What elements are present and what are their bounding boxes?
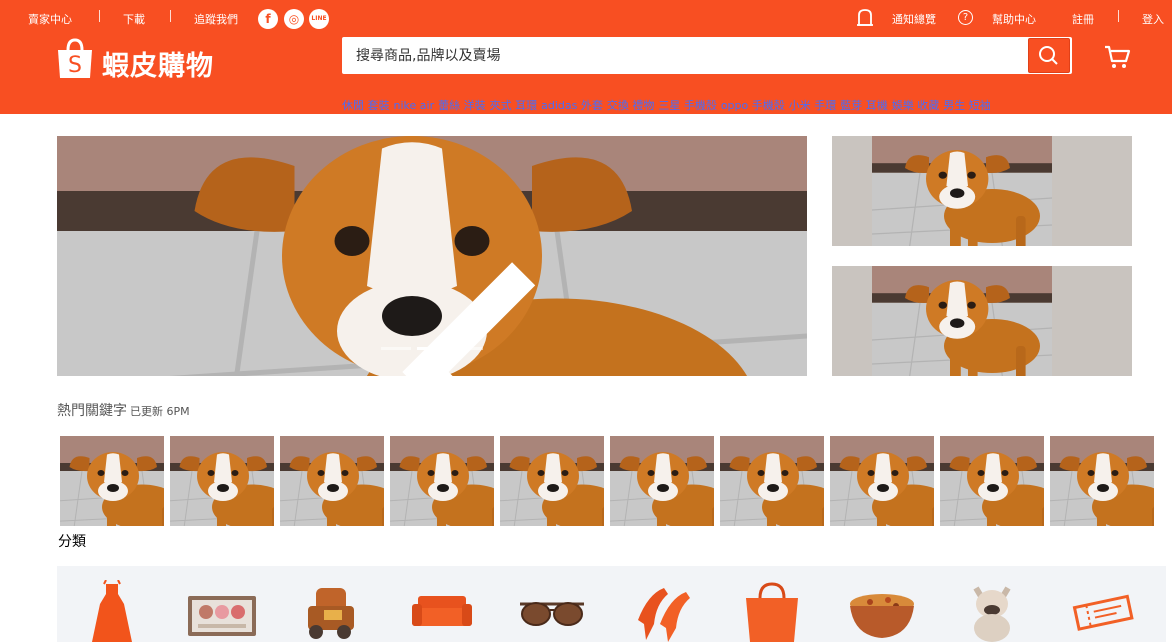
register-link[interactable]: 註冊	[1072, 11, 1094, 27]
hot-link[interactable]: 夾式 耳環	[490, 99, 538, 112]
carousel-prev-arrow-icon[interactable]	[105, 252, 807, 376]
search-button[interactable]	[1028, 38, 1070, 73]
keyword-thumbnail[interactable]	[610, 436, 714, 526]
dress-icon[interactable]	[74, 580, 150, 642]
carousel-dot[interactable]	[381, 347, 411, 350]
divider	[170, 10, 171, 22]
dog-side-image	[871, 136, 1053, 246]
search-bar	[342, 37, 1072, 74]
keyword-thumbnail[interactable]	[720, 436, 824, 526]
handbag-icon[interactable]	[734, 580, 810, 642]
search-input[interactable]	[342, 37, 1026, 74]
eyeshadow-palette-icon[interactable]	[184, 580, 260, 642]
bell-icon[interactable]	[855, 8, 875, 30]
sunglasses-icon[interactable]	[514, 580, 590, 642]
hot-link[interactable]: 男生 短袖	[943, 99, 991, 112]
hot-search-links: 休閒 套裝 nike air 蕾絲 洋裝 夾式 耳環 adidas 外套 交換 禮物 三星 …	[342, 97, 1102, 113]
line-icon[interactable]: LINE	[309, 9, 329, 29]
help-icon[interactable]: ?	[958, 10, 973, 25]
keyword-thumbnail[interactable]	[170, 436, 274, 526]
cart-icon	[1105, 45, 1131, 68]
instagram-icon[interactable]: ◎	[284, 9, 304, 29]
carousel-indicators	[381, 347, 491, 351]
main-banner-carousel[interactable]	[57, 136, 807, 376]
bulldog-icon[interactable]	[954, 580, 1030, 642]
high-heels-icon[interactable]	[624, 580, 700, 642]
site-header: 賣家中心 下載 追蹤我們 f ◎ LINE 通知總覽 ? 幫助中心 註冊 登入 …	[0, 0, 1172, 114]
top-navigation-bar: 賣家中心 下載 追蹤我們 f ◎ LINE 通知總覽 ? 幫助中心 註冊 登入	[0, 0, 1172, 36]
keyword-thumbnail[interactable]	[60, 436, 164, 526]
keyword-thumbnail[interactable]	[280, 436, 384, 526]
keyword-thumbnail[interactable]	[940, 436, 1044, 526]
updated-time: 已更新 6PM	[130, 405, 190, 418]
seller-center-link[interactable]: 賣家中心	[28, 11, 72, 27]
hot-link[interactable]: 三星 手機殼	[658, 99, 717, 112]
carousel-next-arrow-icon[interactable]	[741, 252, 807, 376]
keyword-thumbnail[interactable]	[1050, 436, 1154, 526]
hot-link[interactable]: 藍芽 耳機	[840, 99, 888, 112]
carousel-dot-active[interactable]	[417, 347, 447, 350]
hot-link[interactable]: oppo 手機殼	[721, 99, 785, 112]
categories-heading: 分類	[58, 534, 86, 550]
hot-keywords-heading: 熱門關鍵字 已更新 6PM	[57, 400, 190, 420]
follow-us-label: 追蹤我們	[194, 13, 238, 26]
brand-name: 蝦皮購物	[102, 51, 214, 82]
side-banner-bottom[interactable]	[832, 266, 1132, 376]
keyword-thumbnail[interactable]	[500, 436, 604, 526]
side-banner-top[interactable]	[832, 136, 1132, 246]
sofa-icon[interactable]	[404, 580, 480, 642]
hot-link[interactable]: 休閒 套裝	[342, 99, 390, 112]
hot-link[interactable]: 蕾絲 洋裝	[438, 99, 486, 112]
keyword-thumbnail[interactable]	[390, 436, 494, 526]
hot-link[interactable]: adidas 外套	[541, 99, 603, 112]
shopee-logo[interactable]: S 蝦皮購物	[56, 36, 246, 82]
carousel-dot[interactable]	[453, 347, 483, 350]
hot-link[interactable]: 交換 禮物	[607, 99, 655, 112]
keyword-thumbnail[interactable]	[830, 436, 934, 526]
hot-link[interactable]: 娛樂 收藏	[892, 99, 940, 112]
facebook-icon[interactable]: f	[258, 9, 278, 29]
food-bowl-icon[interactable]	[844, 580, 920, 642]
hot-link[interactable]: 小米 手環	[789, 99, 837, 112]
svg-text:S: S	[68, 53, 82, 78]
search-icon	[1039, 46, 1058, 65]
hot-link[interactable]: nike air	[394, 99, 435, 112]
dog-side-image	[871, 266, 1053, 376]
shopping-bag-logo-icon: S	[58, 38, 92, 78]
hot-keywords-title: 熱門關鍵字	[57, 403, 127, 419]
category-strip	[57, 566, 1166, 642]
tickets-icon[interactable]	[1064, 580, 1140, 642]
notifications-link[interactable]: 通知總覽	[892, 11, 936, 27]
toy-train-icon[interactable]	[294, 580, 370, 642]
help-center-link[interactable]: 幫助中心	[992, 11, 1036, 27]
divider	[1118, 10, 1119, 22]
download-link[interactable]: 下載	[123, 11, 145, 27]
cart-button[interactable]	[1103, 44, 1131, 70]
login-link[interactable]: 登入	[1142, 11, 1164, 27]
divider	[99, 10, 100, 22]
